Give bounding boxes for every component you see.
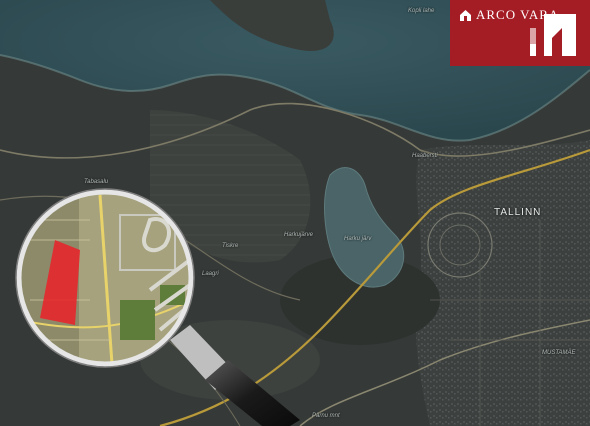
- place-label-haabersti: Haabersti: [412, 153, 438, 159]
- place-label-tabasalu: Tabasalu: [84, 179, 109, 185]
- map-view[interactable]: Kopli lahe Tabasalu Haabersti TALLINN Ha…: [0, 0, 590, 426]
- place-label-tallinn: TALLINN: [494, 207, 542, 218]
- tallinn-urban-area: [415, 140, 590, 426]
- brand-logo[interactable]: ARCO VARA: [450, 0, 590, 66]
- place-label-tiskre: Tiskre: [222, 243, 239, 249]
- place-label-kopli-lahe: Kopli lahe: [408, 8, 435, 14]
- place-label-harku-jarv: Harku järv: [344, 236, 372, 242]
- house-icon: [460, 10, 471, 21]
- brand-mark-icon: [530, 14, 576, 56]
- place-label-harkujarve: Harkujärve: [284, 232, 314, 238]
- place-label-parnu-mnt: Pärnu mnt: [312, 413, 340, 419]
- place-label-mustamae: MUSTAMÄE: [542, 350, 576, 356]
- place-label-laagri: Laagri: [202, 271, 219, 277]
